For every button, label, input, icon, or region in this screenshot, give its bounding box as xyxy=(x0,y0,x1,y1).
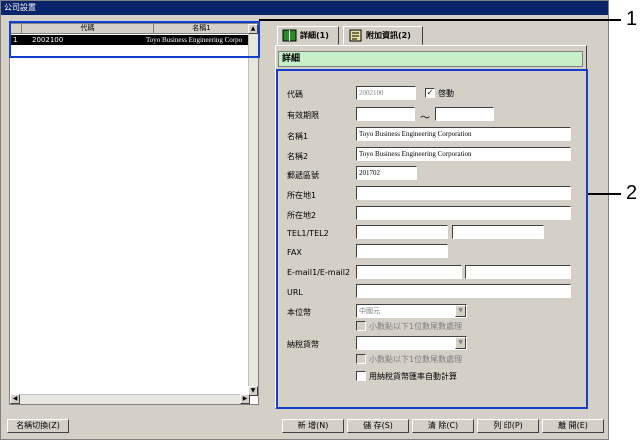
name-switch-button[interactable]: 名稱切換(Z) xyxy=(7,419,69,433)
url-input[interactable] xyxy=(356,284,571,298)
currency-round-label: 小數點以下1位數尾數處理 xyxy=(369,322,463,331)
scroll-right-icon[interactable]: ▶ xyxy=(240,394,250,404)
currency-select-value: 中國元 xyxy=(359,307,380,315)
document-icon xyxy=(349,29,362,42)
fax-label: FAX xyxy=(287,248,302,257)
address1-input[interactable] xyxy=(356,186,571,200)
auto-calc-checkbox[interactable] xyxy=(356,371,366,381)
book-icon xyxy=(282,29,297,42)
auto-calc-label: 用納稅貨幣匯率自動計算 xyxy=(369,372,457,381)
chevron-down-icon: ▼ xyxy=(455,305,466,317)
list-header-name[interactable]: 名稱1 xyxy=(154,24,250,34)
vertical-scrollbar[interactable]: ▲ ▼ xyxy=(248,24,258,396)
scroll-up-icon[interactable]: ▲ xyxy=(248,24,258,34)
name2-label: 名稱2 xyxy=(287,152,309,161)
clear-button[interactable]: 清 除(C) xyxy=(412,419,474,433)
tel1-input[interactable] xyxy=(356,225,448,239)
email1-input[interactable] xyxy=(356,265,462,279)
callout-number-2: 2 xyxy=(626,182,638,204)
company-settings-window: 公司設置 代碼 名稱1 1 2002100 Toyo Business Engi… xyxy=(0,0,609,440)
tax-round-checkbox xyxy=(356,354,366,364)
fax-input[interactable] xyxy=(356,244,448,258)
tab-detail-label: 詳細(1) xyxy=(300,31,329,40)
zip-label: 郵遞區號 xyxy=(287,171,319,180)
scroll-left-icon[interactable]: ◀ xyxy=(10,394,20,404)
email-label: E-mail1/E-mail2 xyxy=(287,268,351,277)
valid-to-input[interactable] xyxy=(435,107,494,121)
name1-label: 名稱1 xyxy=(287,132,309,141)
chevron-down-icon[interactable]: ▼ xyxy=(455,337,466,349)
horizontal-scrollbar[interactable]: ◀ ▶ xyxy=(10,394,250,404)
currency-select: 中國元 ▼ xyxy=(356,304,467,318)
email2-input[interactable] xyxy=(465,265,571,279)
active-checkbox[interactable]: ✓ xyxy=(425,88,435,98)
address1-label: 所在地1 xyxy=(287,191,317,200)
currency-round-checkbox xyxy=(356,321,366,331)
list-row-code: 2002100 xyxy=(32,36,64,44)
code-label: 代碼 xyxy=(287,90,303,99)
list-row[interactable]: 1 2002100 Toyo Business Engineering Corp… xyxy=(10,35,260,45)
list-row-name: Toyo Business Engineering Corpo xyxy=(146,36,243,44)
list-header-code[interactable]: 代碼 xyxy=(22,24,154,34)
zip-input[interactable]: 201702 xyxy=(356,166,417,180)
currency-label: 本位幣 xyxy=(287,308,311,317)
tab-detail[interactable]: 詳細(1) xyxy=(277,26,339,45)
callout-number-1: 1 xyxy=(626,8,638,30)
list-header: 代碼 名稱1 xyxy=(10,24,260,34)
window-title: 公司設置 xyxy=(1,1,608,15)
address2-label: 所在地2 xyxy=(287,211,317,220)
company-list[interactable]: 代碼 名稱1 1 2002100 Toyo Business Engineeri… xyxy=(9,23,260,405)
print-button[interactable]: 列 印(P) xyxy=(477,419,539,433)
detail-form: 代碼 2002100 ✓ 啓動 有效期限 ～ 名稱1 Toyo Business… xyxy=(278,69,588,409)
tab-additional-info-label: 附加資訊(2) xyxy=(366,31,411,40)
tab-additional-info[interactable]: 附加資訊(2) xyxy=(343,26,423,45)
list-header-num xyxy=(10,24,22,34)
callout-line-1 xyxy=(259,19,621,21)
code-input: 2002100 xyxy=(356,86,416,100)
tel-label: TEL1/TEL2 xyxy=(287,229,329,238)
valid-tilde: ～ xyxy=(420,113,430,124)
name1-input[interactable]: Toyo Business Engineering Corporation xyxy=(356,127,571,141)
tel2-input[interactable] xyxy=(452,225,544,239)
valid-from-input[interactable] xyxy=(356,107,415,121)
close-button[interactable]: 離 開(E) xyxy=(542,419,604,433)
valid-period-label: 有效期限 xyxy=(287,111,319,120)
active-checkbox-label: 啓動 xyxy=(438,89,454,98)
url-label: URL xyxy=(287,288,303,297)
name2-input[interactable]: Toyo Business Engineering Corporation xyxy=(356,147,571,161)
detail-header: 詳細 xyxy=(278,51,583,67)
address2-input[interactable] xyxy=(356,206,571,220)
callout-line-2 xyxy=(588,193,621,195)
tax-round-label: 小數點以下1位數尾數處理 xyxy=(369,355,463,364)
tax-currency-select[interactable]: ▼ xyxy=(356,336,467,350)
add-button[interactable]: 新 增(N) xyxy=(282,419,344,433)
save-button[interactable]: 儲 存(S) xyxy=(347,419,409,433)
list-row-num: 1 xyxy=(13,36,18,44)
tax-currency-label: 納稅貨幣 xyxy=(287,340,319,349)
